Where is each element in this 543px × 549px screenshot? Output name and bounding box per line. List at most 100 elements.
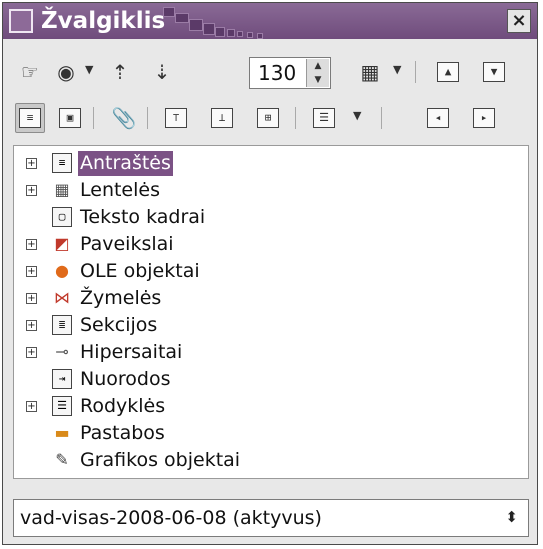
document-select[interactable]: vad-visas-2008-06-08 (aktyvus) ⬍: [13, 499, 529, 537]
tree-item-hyperlinks[interactable]: + ⊸ Hipersaitai: [14, 339, 528, 366]
drag-mode-icon: ▦: [360, 60, 380, 84]
tree-item-label[interactable]: Paveikslai: [78, 232, 176, 257]
bookmarks-icon: ⋈: [54, 288, 70, 307]
toolbar-separator: [295, 107, 296, 129]
tree-item-label[interactable]: Žymelės: [78, 286, 163, 311]
chevron-down-icon[interactable]: ▼: [353, 109, 361, 122]
spin-value[interactable]: 130: [258, 61, 296, 85]
previous-icon: ⇡: [111, 60, 129, 84]
reminder-button[interactable]: 📎: [109, 103, 139, 133]
content-view-button[interactable]: ▣: [55, 103, 85, 133]
expand-icon[interactable]: +: [26, 266, 37, 277]
spin-up-icon[interactable]: ▲: [307, 59, 329, 73]
anchor-text-icon: ⊞: [257, 108, 279, 128]
promote-chapter-button[interactable]: ▲: [433, 57, 463, 87]
document-select-value: vad-visas-2008-06-08 (aktyvus): [20, 507, 322, 529]
title-bar[interactable]: Žvalgiklis ×: [3, 3, 537, 39]
expand-icon[interactable]: +: [26, 239, 37, 250]
navigation-button[interactable]: ☞: [15, 57, 45, 87]
toolbar-separator: [93, 107, 94, 129]
tree-item-drawing-objects[interactable]: ✎ Grafikos objektai: [14, 447, 528, 474]
header-icon: ⊤: [165, 108, 187, 128]
tree-item-headings[interactable]: + ≡ Antraštės: [14, 150, 528, 177]
comments-icon: ▬: [54, 423, 70, 442]
anchor-text-button[interactable]: ⊞: [253, 103, 283, 133]
tree-item-bookmarks[interactable]: + ⋈ Žymelės: [14, 285, 528, 312]
tree-item-references[interactable]: ⇥ Nuorodos: [14, 366, 528, 393]
tree-item-text-frames[interactable]: ▢ Teksto kadrai: [14, 204, 528, 231]
window-icon: [9, 9, 33, 33]
tree-item-label[interactable]: Teksto kadrai: [78, 205, 207, 230]
spin-buttons[interactable]: ▲ ▼: [306, 59, 329, 87]
toolbar-bottom: ≡ ▣ 📎 ⊤ ⊥ ⊞ ☰ ▼ ◂ ▸: [13, 99, 533, 137]
next-button[interactable]: ⇣: [147, 57, 177, 87]
list-box-toggle-icon: ≡: [19, 108, 41, 128]
tree-item-label[interactable]: Antraštės: [78, 151, 173, 176]
text-frames-icon: ▢: [52, 207, 72, 227]
tables-icon: ▦: [54, 180, 70, 199]
expand-icon[interactable]: +: [26, 293, 37, 304]
drag-mode-button[interactable]: ▦: [355, 57, 385, 87]
expand-icon[interactable]: +: [26, 401, 37, 412]
reminder-icon: 📎: [111, 106, 137, 130]
tree-item-images[interactable]: + ◩ Paveikslai: [14, 231, 528, 258]
indexes-icon: ☰: [52, 396, 72, 416]
content-view-icon: ▣: [59, 108, 81, 128]
promote-level-button[interactable]: ◂: [423, 103, 453, 133]
chevron-updown-icon: ⬍: [505, 508, 518, 526]
expand-icon[interactable]: +: [26, 185, 37, 196]
demote-level-button[interactable]: ▸: [469, 103, 499, 133]
hyperlinks-icon: ⊸: [55, 342, 69, 361]
tree-item-label[interactable]: Grafikos objektai: [78, 448, 242, 473]
heading-levels-icon: ☰: [313, 108, 335, 128]
sections-icon: ≣: [52, 315, 72, 335]
tree-item-label[interactable]: OLE objektai: [78, 259, 202, 284]
navigator-window: Žvalgiklis × ☞ ◉ ▼ ⇡ ⇣ 130 ▲ ▼ ▦ ▼ ▲ ▼ ≡…: [2, 2, 538, 545]
zoom-spin-box[interactable]: 130 ▲ ▼: [249, 57, 331, 89]
demote-chapter-button[interactable]: ▼: [479, 57, 509, 87]
tree-item-label[interactable]: Sekcijos: [78, 313, 159, 338]
tree-item-label[interactable]: Pastabos: [78, 421, 167, 446]
window-title: Žvalgiklis: [41, 8, 166, 34]
close-icon: ×: [511, 10, 527, 31]
chevron-down-icon[interactable]: ▼: [393, 63, 401, 76]
navigation-icon: ☞: [21, 60, 39, 84]
demote-level-icon: ▸: [473, 108, 495, 128]
tree-item-label[interactable]: Lentelės: [78, 178, 162, 203]
footer-icon: ⊥: [211, 108, 233, 128]
headings-icon: ≡: [52, 153, 72, 173]
promote-chapter-icon: ▲: [437, 62, 459, 82]
tree-item-label[interactable]: Rodyklės: [78, 394, 167, 419]
tree-item-indexes[interactable]: + ☰ Rodyklės: [14, 393, 528, 420]
footer-button[interactable]: ⊥: [207, 103, 237, 133]
tree-item-label[interactable]: Nuorodos: [78, 367, 172, 392]
toolbar-separator: [415, 61, 416, 83]
demote-chapter-icon: ▼: [483, 62, 505, 82]
toolbar-top: ☞ ◉ ▼ ⇡ ⇣ 130 ▲ ▼ ▦ ▼ ▲ ▼: [13, 53, 533, 91]
expand-icon[interactable]: +: [26, 158, 37, 169]
tree-item-comments[interactable]: ▬ Pastabos: [14, 420, 528, 447]
tree-item-tables[interactable]: + ▦ Lentelės: [14, 177, 528, 204]
expand-icon[interactable]: +: [26, 320, 37, 331]
navigation-dropdown-icon: ◉: [57, 60, 75, 84]
toolbar-separator: [381, 107, 382, 129]
heading-levels-button[interactable]: ☰: [309, 103, 339, 133]
tree-item-ole-objects[interactable]: + ● OLE objektai: [14, 258, 528, 285]
toolbar-separator: [147, 107, 148, 129]
spin-down-icon[interactable]: ▼: [307, 73, 329, 87]
previous-button[interactable]: ⇡: [105, 57, 135, 87]
tree-item-label[interactable]: Hipersaitai: [78, 340, 184, 365]
tree-item-sections[interactable]: + ≣ Sekcijos: [14, 312, 528, 339]
navigation-dropdown-button[interactable]: ◉: [51, 57, 81, 87]
header-button[interactable]: ⊤: [161, 103, 191, 133]
images-icon: ◩: [54, 234, 70, 253]
expand-icon[interactable]: +: [26, 347, 37, 358]
content-tree[interactable]: + ≡ Antraštės + ▦ Lentelės ▢ Teksto kadr…: [13, 145, 529, 479]
promote-level-icon: ◂: [427, 108, 449, 128]
chevron-down-icon[interactable]: ▼: [85, 63, 93, 76]
ole-objects-icon: ●: [55, 261, 69, 280]
next-icon: ⇣: [153, 60, 171, 84]
references-icon: ⇥: [52, 369, 72, 389]
list-box-toggle-button[interactable]: ≡: [15, 103, 45, 133]
close-button[interactable]: ×: [507, 9, 531, 33]
